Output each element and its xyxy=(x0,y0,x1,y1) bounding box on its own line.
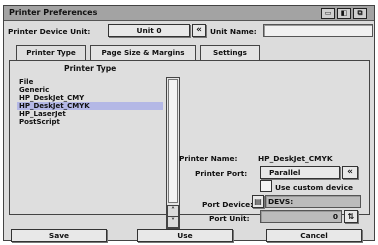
port-unit-field[interactable]: 0 xyxy=(260,210,342,223)
printer-type-list-header: Printer Type xyxy=(64,64,117,73)
use-button[interactable]: Use xyxy=(137,229,233,242)
zoom-button[interactable]: ◧ xyxy=(337,8,351,19)
title-bar[interactable]: Printer Preferences ▭ ◧ ⧉ xyxy=(4,6,374,21)
use-custom-device-checkbox[interactable] xyxy=(260,180,272,192)
printer-name-value: HP_DeskJet_CMYK xyxy=(258,154,333,163)
save-button[interactable]: Save xyxy=(11,229,107,242)
scroll-down-icon[interactable]: ˅ xyxy=(167,216,179,228)
printer-name-label: Printer Name: xyxy=(179,154,238,163)
depth-button[interactable]: ⧉ xyxy=(353,8,367,19)
port-device-value: DEVS: xyxy=(268,197,294,206)
list-item[interactable]: HP_LaserJet xyxy=(17,110,163,118)
window-title: Printer Preferences xyxy=(9,8,98,17)
list-item[interactable]: Generic xyxy=(17,86,163,94)
use-custom-device-label: Use custom device xyxy=(275,183,353,192)
unit-name-field[interactable] xyxy=(263,24,373,37)
port-unit-value: 0 xyxy=(332,212,338,221)
printer-preferences-window: Printer Preferences ▭ ◧ ⧉ Printer Device… xyxy=(3,5,375,242)
printer-device-unit-value: Unit 0 xyxy=(136,26,162,35)
tab-settings[interactable]: Settings xyxy=(200,45,260,61)
port-cycle-arrow-button[interactable]: « xyxy=(342,166,358,179)
file-requester-icon[interactable]: ▤ xyxy=(252,195,264,208)
port-unit-label: Port Unit: xyxy=(209,214,250,223)
printer-port-value: Parallel xyxy=(269,168,301,177)
unit-cycle-arrow-button[interactable]: « xyxy=(192,24,206,37)
list-item-selected[interactable]: HP_DeskJet_CMYK xyxy=(17,102,163,110)
printer-device-unit-label: Printer Device Unit: xyxy=(8,27,91,36)
list-item[interactable]: HP_DeskJet_CMY xyxy=(17,94,163,102)
iconify-button[interactable]: ▭ xyxy=(321,8,335,19)
printer-type-scrollbar[interactable]: ˄ ˅ xyxy=(166,77,180,229)
port-device-label: Port Device: xyxy=(202,200,254,209)
printer-port-cycle[interactable]: Parallel xyxy=(260,166,340,179)
printer-device-unit-cycle[interactable]: Unit 0 xyxy=(108,24,190,37)
list-item[interactable]: PostScript xyxy=(17,118,163,126)
unit-name-label: Unit Name: xyxy=(210,27,257,36)
list-item[interactable]: File xyxy=(17,78,163,86)
cancel-button[interactable]: Cancel xyxy=(266,229,362,242)
scrollbar-knob[interactable] xyxy=(168,79,178,203)
port-unit-spinner-icon[interactable]: ⇅ xyxy=(344,210,358,223)
printer-type-list[interactable]: File Generic HP_DeskJet_CMY HP_DeskJet_C… xyxy=(16,77,164,228)
tab-page-size-margins[interactable]: Page Size & Margins xyxy=(90,45,196,61)
port-device-field[interactable]: DEVS: xyxy=(265,195,361,208)
printer-port-label: Printer Port: xyxy=(195,169,248,178)
